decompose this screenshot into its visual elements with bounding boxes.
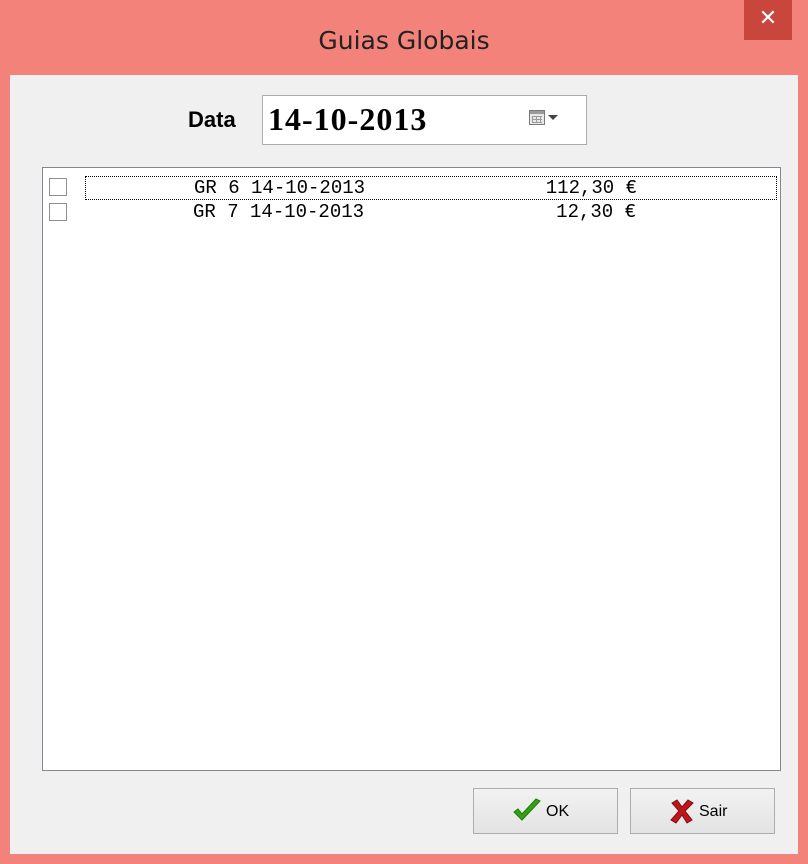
date-value[interactable]: 14-10-2013 (268, 101, 427, 138)
sair-label: Sair (699, 803, 728, 820)
list-item[interactable]: GR 7 14-10-2013 12,30 € (49, 201, 777, 225)
dialog-window: Guias Globais ✕ Data 14-10-2013 GR 6 14-… (0, 0, 808, 864)
checkmark-icon (512, 798, 542, 829)
close-icon: ✕ (758, 6, 778, 31)
date-picker[interactable]: 14-10-2013 (262, 95, 587, 145)
item-text[interactable]: GR 6 14-10-2013 112,30 € (85, 176, 777, 200)
sair-button[interactable]: Sair (630, 788, 775, 834)
item-amount: 112,30 € (545, 177, 637, 199)
item-checkbox[interactable] (49, 178, 67, 196)
calendar-icon (529, 110, 545, 125)
ok-button[interactable]: OK (473, 788, 618, 834)
item-text[interactable]: GR 7 14-10-2013 12,30 € (85, 201, 777, 225)
window-title: Guias Globais (318, 26, 490, 55)
date-label: Data (188, 107, 236, 132)
x-mark-icon (669, 798, 695, 829)
guias-checklist[interactable]: GR 6 14-10-2013 112,30 € GR 7 14-10-2013… (42, 167, 781, 771)
chevron-down-icon (548, 115, 558, 120)
list-item[interactable]: GR 6 14-10-2013 112,30 € (49, 176, 777, 200)
item-code: GR 6 14-10-2013 (194, 177, 366, 199)
title-bar[interactable]: Guias Globais ✕ (0, 0, 808, 75)
item-code: GR 7 14-10-2013 (193, 201, 365, 223)
date-dropdown-button[interactable] (529, 110, 563, 130)
dialog-body: Data 14-10-2013 GR 6 14-10-2013 112,30 €… (10, 75, 798, 854)
item-checkbox[interactable] (49, 203, 67, 221)
close-button[interactable]: ✕ (744, 0, 792, 40)
item-amount: 12,30 € (556, 201, 636, 223)
ok-label: OK (546, 803, 570, 820)
